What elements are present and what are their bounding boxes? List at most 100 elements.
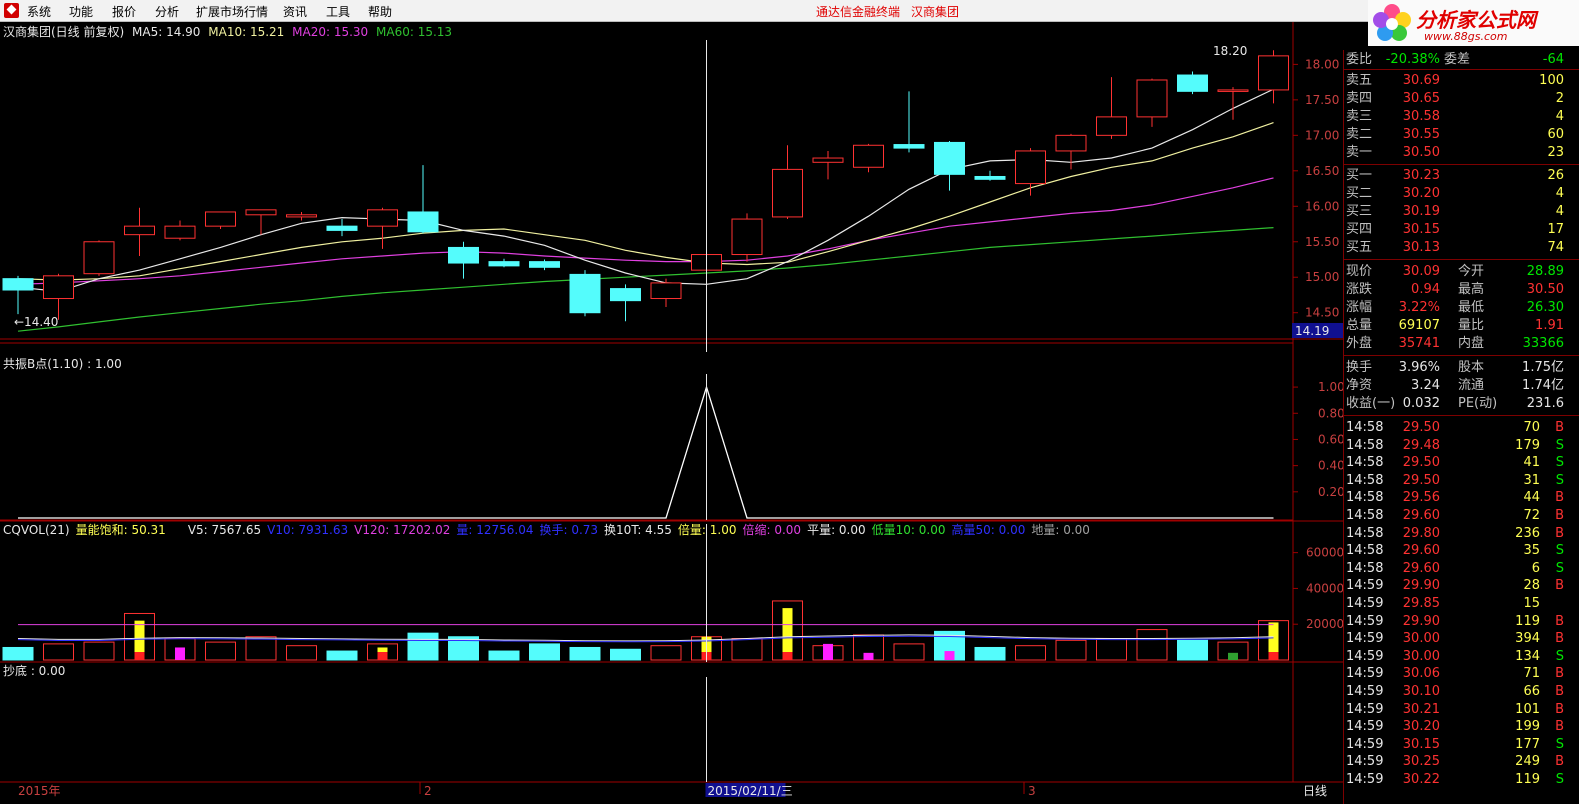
menu-item-tools[interactable]: 工具 [326, 3, 350, 20]
sell-price: 30.55 [1402, 127, 1440, 142]
volume-indicator-item: 倍量: 1.00 [677, 523, 737, 537]
panel-frames [0, 22, 1343, 783]
stat-value: 3.22% [1398, 300, 1440, 315]
menu-item-function[interactable]: 功能 [69, 3, 93, 20]
candle-body [812, 157, 844, 163]
ma20-line [17, 177, 1274, 285]
stat-label: 最高 [1458, 282, 1485, 297]
trade-row: 14:58 29.50 41 S [1344, 454, 1579, 472]
resonance-tick-label: 0.60 [1318, 432, 1343, 446]
resonance-tick-label: 1.00 [1318, 380, 1343, 394]
candle-body [569, 273, 601, 314]
menu-bar: 系统 功能 报价 分析 扩展市场行情 资讯 工具 帮助 通达信金融终端 汉商集团 [0, 0, 1579, 22]
volume-inner-bar [1228, 652, 1238, 660]
resonance-panel[interactable] [18, 384, 1274, 519]
volume-bar [286, 645, 317, 661]
volume-panel[interactable] [2, 600, 1289, 661]
candle-body [610, 288, 641, 302]
sell-volume: 60 [1547, 127, 1564, 142]
volume-inner-bar [823, 643, 833, 660]
ma5-label: MA5: 14.90 [132, 25, 201, 39]
menu-item-quote[interactable]: 报价 [112, 3, 136, 20]
month-label-feb: 2 [424, 784, 432, 798]
app-logo-icon[interactable] [4, 3, 19, 18]
trade-time: 14:58 [1346, 508, 1384, 523]
volume-bar [610, 648, 641, 661]
sell-row: 卖四 30.65 2 [1344, 90, 1579, 108]
stat-label: 今开 [1458, 264, 1485, 279]
trade-price: 30.25 [1402, 754, 1440, 770]
resonance-tick-label: 0.20 [1318, 485, 1343, 499]
sell-level-label: 卖一 [1346, 145, 1373, 160]
trade-row: 14:59 30.20 199 B [1344, 718, 1579, 736]
trade-price: 30.15 [1402, 736, 1440, 752]
volume-bar [1055, 639, 1087, 661]
buy-volume: 74 [1547, 240, 1564, 255]
buy-level-label: 买一 [1346, 168, 1373, 183]
sell-row: 卖一 30.50 23 [1344, 144, 1579, 162]
sell-level-label: 卖三 [1346, 109, 1373, 124]
volume-indicator-item: 低量10: 0.00 [871, 523, 946, 537]
trade-price: 29.50 [1402, 455, 1440, 471]
ma60-label: MA60: 15.13 [376, 25, 453, 39]
menu-item-extended-market[interactable]: 扩展市场行情 [196, 3, 268, 20]
volume-tick-label: 20000 [1306, 617, 1343, 631]
buy-row: 买二 30.20 4 [1344, 185, 1579, 203]
quote-separator [1344, 69, 1579, 70]
trade-row: 14:58 29.56 44 B [1344, 489, 1579, 507]
trade-row: 14:59 30.10 66 B [1344, 683, 1579, 701]
candle-body [2, 278, 34, 291]
candle-body [1096, 116, 1127, 136]
volume-bar [1015, 645, 1046, 661]
price-tick-label: 17.00 [1305, 128, 1339, 142]
buy-row: 买四 30.15 17 [1344, 221, 1579, 239]
candle-body [853, 144, 884, 168]
watermark-url: www.88gs.com [1424, 30, 1508, 43]
volume-tick-label: 60000 [1306, 546, 1343, 560]
stat-row: 总量 69107 量比 1.91 [1344, 317, 1579, 335]
trade-volume: 119 [1515, 772, 1540, 787]
buy-price: 30.20 [1402, 186, 1440, 201]
volume-inner-base [782, 652, 793, 660]
fund-value: 231.6 [1526, 396, 1564, 411]
volume-indicator-item: V5: 7567.65 [187, 523, 262, 537]
sell-row: 卖五 30.69 100 [1344, 72, 1579, 90]
quote-separator [1344, 355, 1579, 356]
trade-volume: 44 [1523, 490, 1540, 506]
menu-item-help[interactable]: 帮助 [368, 3, 392, 20]
trade-volume: 6 [1531, 560, 1540, 576]
quote-panel: 委比 -20.38% 委差 -64 卖五 30.69 100 卖四 30.65 2 卖三 30.58 4… [1343, 50, 1579, 804]
trade-side: B [1555, 684, 1564, 699]
buy-price: 30.13 [1402, 240, 1440, 255]
chart-area[interactable]: 18.20 ←14.40 18.00 17.50 17.00 16.50 16.00 15.… [0, 22, 1343, 804]
stat-row: 现价 30.09 今开 28.89 [1344, 263, 1579, 281]
volume-bar [974, 646, 1006, 661]
trade-side: S [1555, 736, 1564, 752]
stat-value: 69107 [1398, 318, 1440, 333]
fund-row: 净资 3.24 流通 1.74亿 [1344, 377, 1579, 395]
volume-bar [1177, 639, 1208, 661]
buy-row: 买一 30.23 26 [1344, 167, 1579, 185]
trade-side: B [1555, 508, 1564, 523]
volume-indicator-item: 倍缩: 0.00 [742, 523, 802, 537]
trade-time: 14:58 [1346, 543, 1384, 559]
sell-level-label: 卖四 [1346, 91, 1373, 106]
resonance-tick-label: 0.80 [1318, 406, 1343, 420]
sell-volume: 23 [1547, 145, 1564, 160]
sell-price: 30.69 [1402, 73, 1440, 88]
menu-item-info[interactable]: 资讯 [283, 3, 307, 20]
month-label-mar: 3 [1028, 784, 1036, 798]
trade-time: 14:58 [1346, 420, 1384, 435]
trade-side: B [1555, 666, 1564, 682]
price-panel[interactable]: 18.20 ←14.40 [2, 44, 1289, 332]
menu-item-analysis[interactable]: 分析 [155, 3, 179, 20]
candle-body [448, 246, 479, 264]
volume-indicator-item: V10: 7931.63 [267, 523, 349, 537]
menu-item-system[interactable]: 系统 [27, 3, 51, 20]
trade-time: 14:58 [1346, 472, 1384, 488]
candle-body [731, 218, 763, 256]
trade-volume: 70 [1523, 420, 1540, 435]
trade-time: 14:58 [1346, 560, 1384, 576]
volume-inner-base [1268, 652, 1279, 660]
ma60-line [17, 227, 1274, 332]
